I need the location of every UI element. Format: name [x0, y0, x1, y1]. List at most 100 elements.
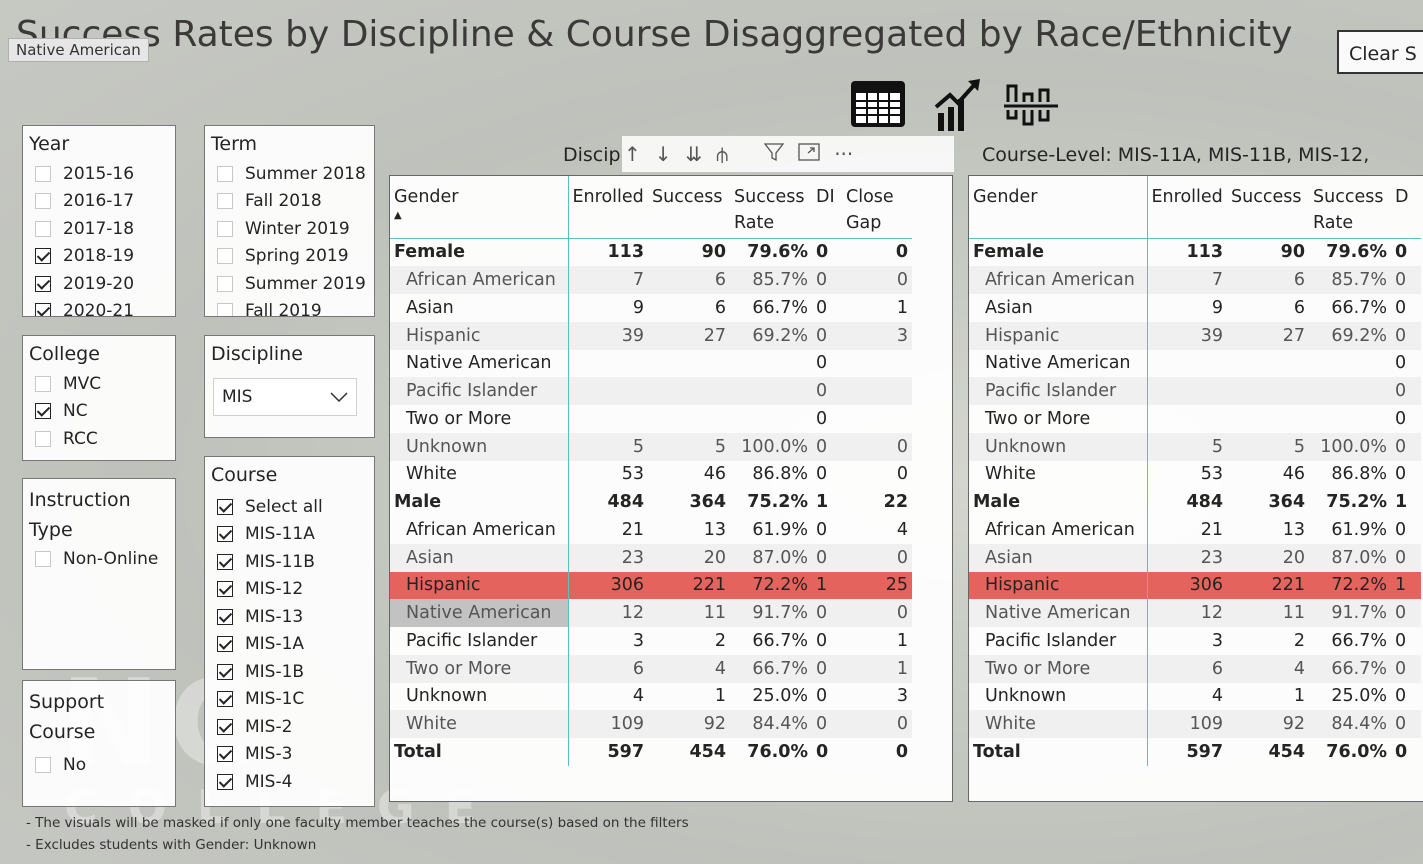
- table-row[interactable]: Unknown 4 1 25.0% 0: [969, 682, 1421, 711]
- checkbox-checked-icon[interactable]: [217, 608, 233, 625]
- table-row[interactable]: Hispanic 39 27 69.2% 0: [969, 321, 1421, 350]
- table-row[interactable]: Female 113 90 79.6% 0: [969, 238, 1421, 267]
- table-row[interactable]: Female 113 90 79.6% 0 0: [390, 238, 912, 267]
- course-option[interactable]: MIS-11A: [205, 521, 374, 549]
- checkbox-unchecked-icon[interactable]: [35, 220, 51, 237]
- table-row[interactable]: African American 7 6 85.7% 0: [969, 266, 1421, 294]
- checkbox-unchecked-icon[interactable]: [35, 193, 51, 210]
- year-option[interactable]: 2017-18: [23, 215, 175, 243]
- course-option[interactable]: MIS-4: [205, 768, 374, 796]
- drill-down-icon[interactable]: ⫛: [716, 142, 728, 166]
- term-option[interactable]: Summer 2019: [205, 270, 374, 298]
- column-header[interactable]: DI: [812, 176, 842, 239]
- chart-up-icon[interactable]: [928, 78, 988, 132]
- filter-icon[interactable]: [763, 142, 785, 167]
- table-row[interactable]: Asian 9 6 66.7% 0: [969, 294, 1421, 322]
- column-header[interactable]: Enrolled: [1147, 176, 1227, 239]
- column-header[interactable]: Gender ▲: [390, 176, 569, 239]
- sort-descending-icon[interactable]: ↓: [655, 142, 672, 166]
- table-row[interactable]: Native American 0: [969, 349, 1421, 378]
- column-header[interactable]: D: [1391, 176, 1421, 239]
- college-option[interactable]: NC: [23, 398, 175, 426]
- course-option[interactable]: MIS-1C: [205, 686, 374, 714]
- support-course-option[interactable]: No: [23, 751, 175, 779]
- expand-all-icon[interactable]: ⇊: [686, 142, 703, 166]
- column-header[interactable]: Enrolled: [568, 176, 648, 239]
- checkbox-checked-icon[interactable]: [35, 403, 51, 420]
- table-row[interactable]: Hispanic 39 27 69.2% 0 3: [390, 321, 912, 350]
- year-option[interactable]: 2020-21: [23, 298, 175, 316]
- checkbox-checked-icon[interactable]: [217, 718, 233, 735]
- discipline-dropdown[interactable]: MIS: [213, 378, 357, 416]
- college-option[interactable]: RCC: [23, 425, 175, 453]
- table-row[interactable]: African American 21 13 61.9% 0 4: [390, 516, 912, 544]
- checkbox-checked-icon[interactable]: [217, 636, 233, 653]
- table-row[interactable]: Pacific Islander 0: [969, 377, 1421, 405]
- checkbox-unchecked-icon[interactable]: [35, 756, 51, 773]
- course-option[interactable]: MIS-3: [205, 741, 374, 769]
- table-row[interactable]: Two or More 0: [390, 405, 912, 433]
- table-row[interactable]: Male 484 364 75.2% 1 22: [390, 488, 912, 516]
- checkbox-unchecked-icon[interactable]: [217, 275, 233, 292]
- checkbox-unchecked-icon[interactable]: [35, 375, 51, 392]
- course-option[interactable]: MIS-11B: [205, 548, 374, 576]
- checkbox-unchecked-icon[interactable]: [35, 550, 51, 567]
- year-option[interactable]: 2019-20: [23, 270, 175, 298]
- checkbox-unchecked-icon[interactable]: [217, 165, 233, 182]
- course-option[interactable]: MIS-12: [205, 576, 374, 604]
- table-row[interactable]: Native American 12 11 91.7% 0: [969, 599, 1421, 627]
- checkbox-checked-icon[interactable]: [35, 303, 51, 316]
- term-option[interactable]: Winter 2019: [205, 215, 374, 243]
- sort-ascending-icon[interactable]: ↑: [624, 142, 641, 166]
- table-row[interactable]: African American 7 6 85.7% 0 0: [390, 266, 912, 294]
- checkbox-checked-icon[interactable]: [217, 581, 233, 598]
- course-option[interactable]: Select all: [205, 493, 374, 521]
- course-option[interactable]: MIS-13: [205, 603, 374, 631]
- column-header[interactable]: Success Rate: [730, 176, 812, 239]
- table-row[interactable]: Asian 23 20 87.0% 0: [969, 543, 1421, 572]
- table-row[interactable]: Native American 12 11 91.7% 0 0: [390, 599, 912, 627]
- table-row[interactable]: White 53 46 86.8% 0 0: [390, 460, 912, 489]
- focus-mode-icon[interactable]: [798, 142, 820, 167]
- column-header[interactable]: Success: [648, 176, 730, 239]
- course-option[interactable]: MIS-1A: [205, 631, 374, 659]
- course-option[interactable]: MIS-2: [205, 713, 374, 741]
- checkbox-unchecked-icon[interactable]: [217, 193, 233, 210]
- checkbox-checked-icon[interactable]: [217, 691, 233, 708]
- table-row[interactable]: Pacific Islander 3 2 66.7% 0: [969, 627, 1421, 655]
- table-icon[interactable]: [848, 78, 908, 132]
- table-row[interactable]: Unknown 5 5 100.0% 0: [969, 432, 1421, 461]
- table-row[interactable]: Two or More 6 4 66.7% 0 1: [390, 654, 912, 683]
- instruction-type-option[interactable]: Non-Online: [23, 545, 175, 573]
- barcode-chart-icon[interactable]: [1002, 78, 1062, 132]
- checkbox-checked-icon[interactable]: [217, 773, 233, 790]
- clear-selections-button[interactable]: Clear S: [1337, 30, 1423, 74]
- table-row[interactable]: Pacific Islander 3 2 66.7% 0 1: [390, 627, 912, 655]
- table-row[interactable]: Unknown 4 1 25.0% 0 3: [390, 682, 912, 711]
- table-row[interactable]: Two or More 6 4 66.7% 0: [969, 654, 1421, 683]
- column-header[interactable]: Success Rate: [1309, 176, 1391, 239]
- column-header[interactable]: Success: [1227, 176, 1309, 239]
- year-option[interactable]: 2016-17: [23, 188, 175, 216]
- checkbox-checked-icon[interactable]: [35, 248, 51, 265]
- table-row[interactable]: Male 484 364 75.2% 1: [969, 488, 1421, 516]
- table-row[interactable]: Hispanic 306 221 72.2% 1: [969, 571, 1421, 600]
- column-header[interactable]: Gender: [969, 176, 1148, 239]
- checkbox-checked-icon[interactable]: [217, 663, 233, 680]
- term-option[interactable]: Summer 2018: [205, 160, 374, 188]
- table-row[interactable]: Total 597 454 76.0% 0 0: [390, 738, 912, 766]
- checkbox-unchecked-icon[interactable]: [35, 165, 51, 182]
- year-option[interactable]: 2015-16: [23, 160, 175, 188]
- table-row[interactable]: Native American 0: [390, 349, 912, 378]
- checkbox-checked-icon[interactable]: [217, 526, 233, 543]
- checkbox-checked-icon[interactable]: [217, 553, 233, 570]
- table-row[interactable]: Hispanic 306 221 72.2% 1 25: [390, 571, 912, 600]
- term-option[interactable]: Fall 2019: [205, 298, 374, 316]
- column-header[interactable]: Close Gap: [842, 176, 912, 239]
- college-option[interactable]: MVC: [23, 370, 175, 398]
- checkbox-unchecked-icon[interactable]: [217, 248, 233, 265]
- term-option[interactable]: Spring 2019: [205, 243, 374, 271]
- table-row[interactable]: White 109 92 84.4% 0 0: [390, 710, 912, 738]
- term-option[interactable]: Fall 2018: [205, 188, 374, 216]
- table-row[interactable]: White 53 46 86.8% 0: [969, 460, 1421, 489]
